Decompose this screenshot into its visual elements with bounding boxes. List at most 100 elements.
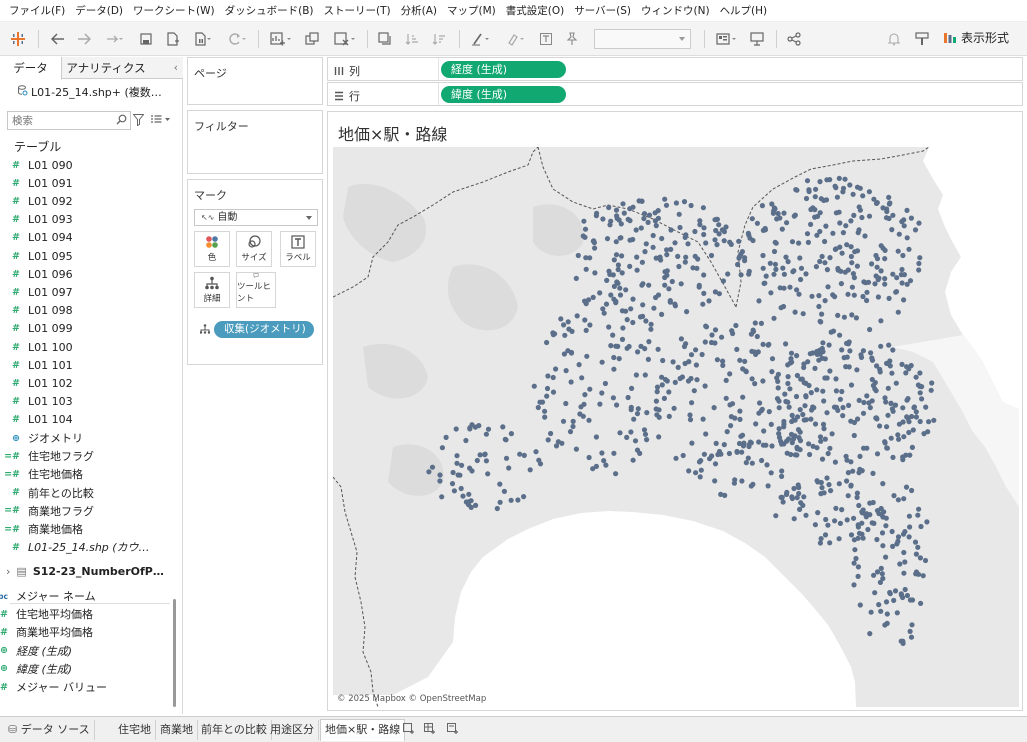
- map-point[interactable]: [789, 494, 795, 500]
- map-point[interactable]: [768, 290, 774, 296]
- map-point[interactable]: [707, 456, 713, 462]
- map-point[interactable]: [848, 218, 854, 224]
- map-point[interactable]: [869, 355, 875, 361]
- map-point[interactable]: [641, 211, 648, 217]
- map-point[interactable]: [887, 200, 893, 206]
- map-point[interactable]: [521, 494, 527, 500]
- map-point[interactable]: [874, 536, 880, 543]
- map-point[interactable]: [508, 497, 514, 503]
- map-point[interactable]: [611, 366, 617, 372]
- field-row[interactable]: # L01 090: [0, 156, 183, 174]
- map-point[interactable]: [867, 631, 873, 637]
- map-point[interactable]: [779, 226, 785, 232]
- map-point[interactable]: [713, 440, 719, 446]
- map-point[interactable]: [904, 414, 910, 420]
- map-point[interactable]: [721, 238, 727, 244]
- map-point[interactable]: [645, 356, 651, 362]
- map-point[interactable]: [681, 199, 688, 205]
- map-point[interactable]: [766, 409, 772, 415]
- map-point[interactable]: [778, 305, 784, 311]
- map-point[interactable]: [437, 472, 443, 478]
- map-point[interactable]: [697, 474, 703, 480]
- map-point[interactable]: [849, 260, 855, 266]
- map-point[interactable]: [798, 265, 805, 271]
- map-point[interactable]: [614, 213, 620, 219]
- map-point[interactable]: [906, 246, 912, 252]
- map-point[interactable]: [918, 600, 924, 606]
- map-point[interactable]: [819, 311, 825, 317]
- map-point[interactable]: [700, 301, 706, 307]
- map-point[interactable]: [916, 506, 922, 512]
- map-point[interactable]: [850, 191, 856, 197]
- geometry-pill[interactable]: 収集(ジオメトリ): [214, 321, 314, 338]
- map-point[interactable]: [920, 573, 926, 579]
- map-point[interactable]: [848, 418, 854, 424]
- map-point[interactable]: [455, 472, 461, 478]
- map-point[interactable]: [827, 368, 833, 374]
- menu-item[interactable]: ファイル(F): [4, 3, 70, 18]
- map-point[interactable]: [836, 481, 842, 487]
- map-point[interactable]: [895, 432, 901, 438]
- map-point[interactable]: [906, 513, 913, 519]
- map-point[interactable]: [586, 417, 592, 423]
- map-point[interactable]: [904, 235, 910, 241]
- map-point[interactable]: [652, 218, 658, 224]
- map-point[interactable]: [832, 518, 838, 524]
- map-point[interactable]: [812, 194, 818, 200]
- map-point[interactable]: [854, 248, 861, 254]
- map-point[interactable]: [736, 238, 742, 244]
- map-point[interactable]: [689, 400, 695, 406]
- map-point[interactable]: [712, 340, 718, 346]
- map-point[interactable]: [864, 511, 870, 517]
- map-point[interactable]: [802, 403, 808, 409]
- map-point[interactable]: [828, 488, 834, 494]
- map-point[interactable]: [677, 375, 683, 382]
- map-point[interactable]: [801, 361, 807, 367]
- map-point[interactable]: [783, 254, 789, 260]
- map-point[interactable]: [716, 222, 722, 228]
- map-point[interactable]: [872, 281, 878, 287]
- map-point[interactable]: [886, 342, 892, 348]
- map-point[interactable]: [735, 261, 741, 268]
- map-point[interactable]: [714, 357, 720, 363]
- map-point[interactable]: [727, 371, 733, 377]
- map-point[interactable]: [803, 512, 809, 518]
- map-point[interactable]: [646, 339, 652, 345]
- map-point[interactable]: [786, 436, 792, 442]
- map-point[interactable]: [454, 460, 460, 466]
- map-point[interactable]: [929, 380, 935, 386]
- map-point[interactable]: [796, 291, 802, 297]
- menu-item[interactable]: ヘルプ(H): [715, 3, 773, 18]
- map-point[interactable]: [796, 240, 802, 246]
- map-point[interactable]: [913, 414, 920, 420]
- map-point[interactable]: [817, 434, 824, 440]
- map-point[interactable]: [832, 459, 838, 465]
- map-point[interactable]: [854, 263, 861, 269]
- map-point[interactable]: [897, 561, 903, 567]
- map-point[interactable]: [654, 384, 661, 390]
- map-point[interactable]: [906, 419, 912, 425]
- detail-button[interactable]: 詳細: [194, 272, 230, 308]
- map-point[interactable]: [833, 376, 839, 382]
- map-point[interactable]: [882, 256, 888, 262]
- field-row[interactable]: =# 商業地平均価格: [0, 623, 171, 641]
- map-point[interactable]: [845, 493, 851, 499]
- map-point[interactable]: [497, 481, 503, 487]
- map-point[interactable]: [729, 401, 736, 407]
- map-point[interactable]: [593, 463, 599, 469]
- map-point[interactable]: [592, 245, 598, 251]
- map-point[interactable]: [808, 390, 814, 396]
- map-point[interactable]: [593, 434, 599, 440]
- map-point[interactable]: [812, 522, 818, 528]
- map-point[interactable]: [613, 471, 619, 477]
- map-point[interactable]: [850, 468, 856, 474]
- map-point[interactable]: [771, 315, 777, 321]
- map-point[interactable]: [746, 443, 752, 450]
- map-point[interactable]: [500, 424, 506, 430]
- map-point[interactable]: [878, 268, 884, 274]
- map-point[interactable]: [870, 499, 876, 506]
- map-point[interactable]: [855, 230, 861, 236]
- map-point[interactable]: [600, 306, 606, 312]
- map-point[interactable]: [760, 265, 766, 271]
- map-point[interactable]: [870, 470, 876, 476]
